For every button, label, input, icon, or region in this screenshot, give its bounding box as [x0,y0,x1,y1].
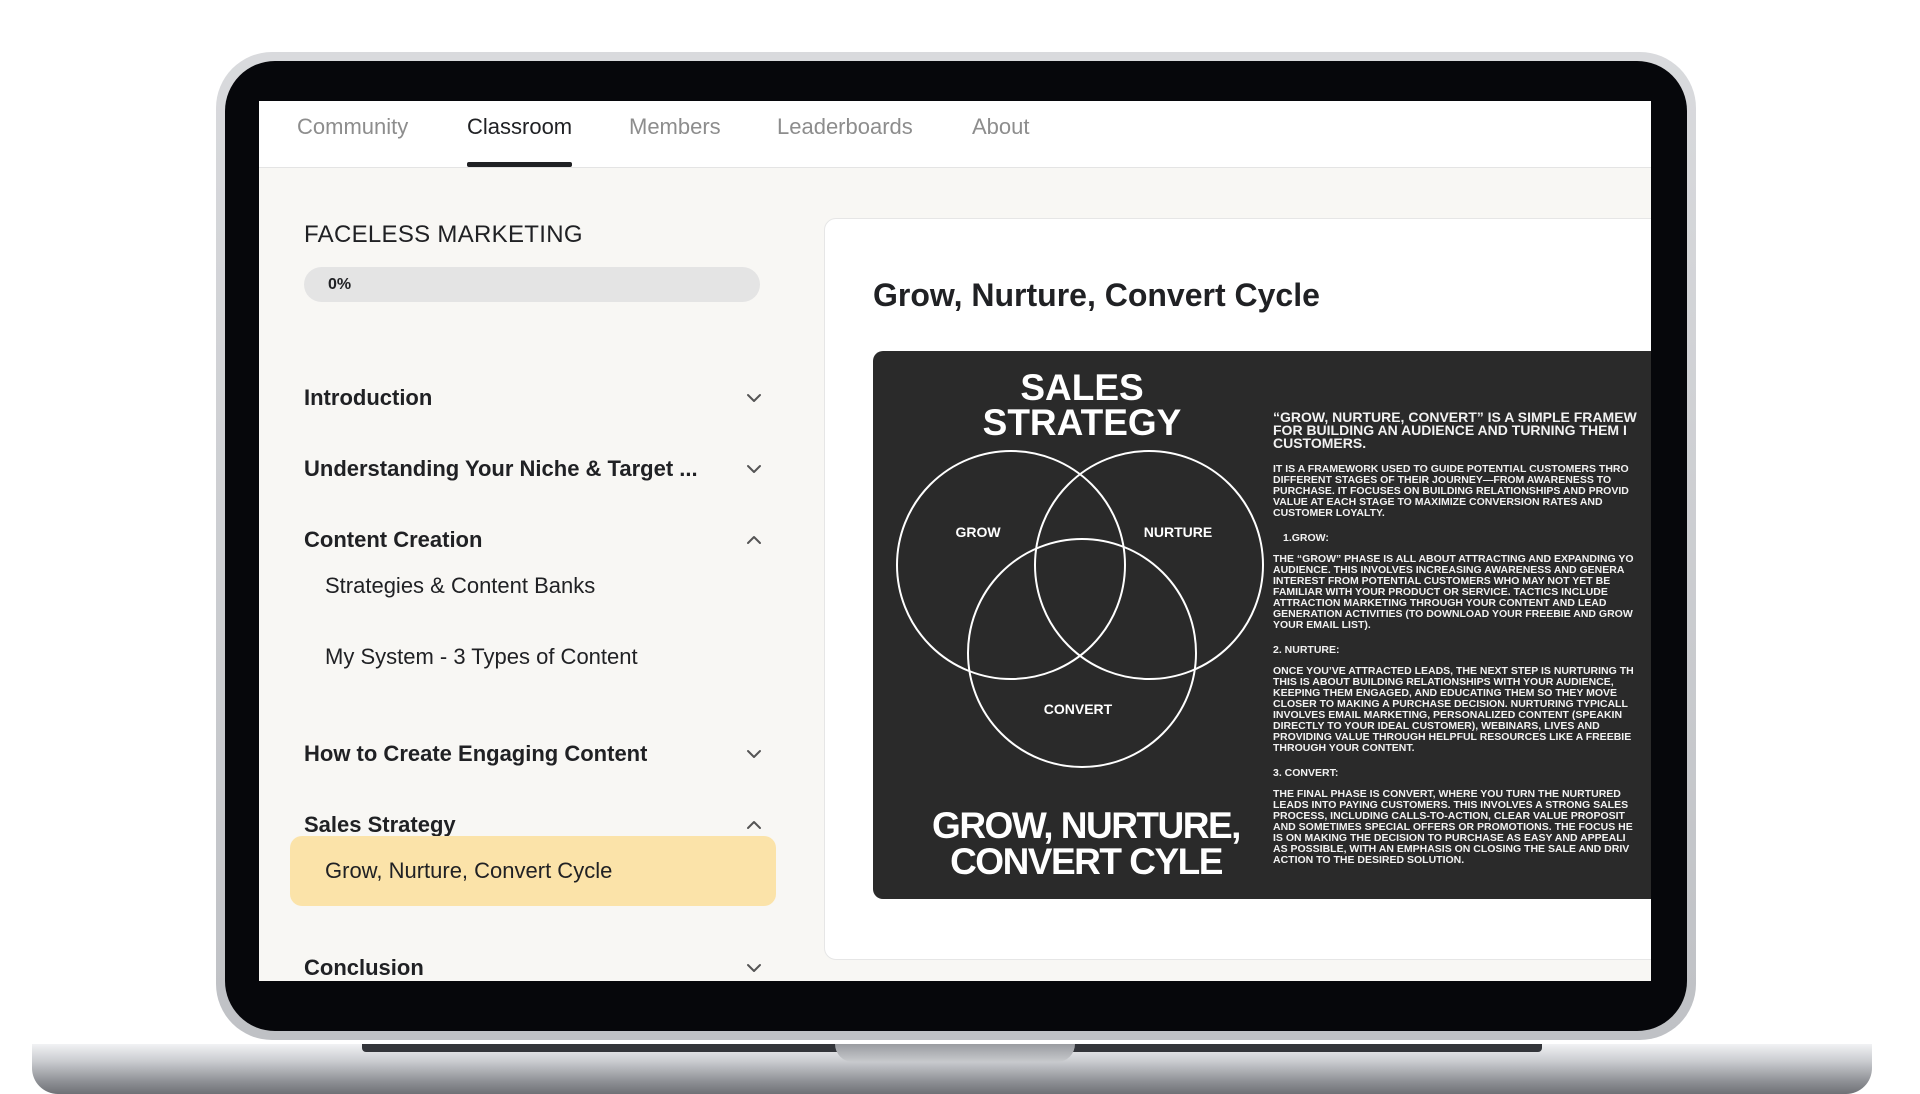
slide-title-line2: STRATEGY [983,402,1182,443]
lesson-heading: Grow, Nurture, Convert Cycle [873,277,1320,313]
app-screen: Community Classroom Members Leaderboards… [259,101,1651,981]
course-title: FACELESS MARKETING [304,221,583,248]
lesson-label: My System - 3 Types of Content [325,644,638,669]
section-label: How to Create Engaging Content [304,741,648,766]
slide-intro-text: IT IS A FRAMEWORK USED TO GUIDE POTENTIA… [1273,463,1629,519]
slide-convert-text: THE FINAL PHASE IS CONVERT, WHERE YOU TU… [1273,788,1633,866]
slide-heading-nurture: 2. NURTURE: [1273,644,1340,656]
label-convert: CONVERT [1044,701,1113,717]
lesson-strategies-content-banks[interactable]: Strategies & Content Banks [290,551,776,621]
top-nav: Community Classroom Members Leaderboards… [259,101,1651,168]
lesson-slide-image: SALES STRATEGY GROW NURTURE CONVERT GROW… [873,351,1651,899]
tab-members[interactable]: Members [629,101,721,167]
chevron-down-icon [747,465,761,473]
slide-lead-text: “GROW, NURTURE, CONVERT” IS A SIMPLE FRA… [1273,411,1637,451]
chevron-down-icon [747,394,761,402]
course-progress-bar: 0% [304,267,760,302]
tab-about[interactable]: About [972,101,1030,167]
circle-nurture [1034,450,1264,680]
lesson-label: Grow, Nurture, Convert Cycle [325,858,613,883]
slide-grow-text: THE “GROW” PHASE IS ALL ABOUT ATTRACTING… [1273,553,1634,631]
section-introduction[interactable]: Introduction [304,373,764,423]
slide-heading-grow: 1.GROW: [1283,532,1329,544]
section-label: Introduction [304,385,433,410]
chevron-down-icon [747,964,761,972]
progress-label: 0% [328,276,352,293]
tab-leaderboards[interactable]: Leaderboards [777,101,913,167]
section-conclusion[interactable]: Conclusion [304,943,764,981]
chevron-up-icon [747,536,761,544]
section-engaging-content[interactable]: How to Create Engaging Content [304,729,764,779]
lesson-my-system[interactable]: My System - 3 Types of Content [290,622,776,692]
lesson-content-card: Grow, Nurture, Convert Cycle SALES STRAT… [824,218,1651,960]
tab-classroom[interactable]: Classroom [467,101,573,167]
slide-description: “GROW, NURTURE, CONVERT” IS A SIMPLE FRA… [1273,411,1651,876]
label-grow: GROW [955,524,1001,540]
label-nurture: NURTURE [1144,524,1212,540]
section-label: Conclusion [304,955,424,980]
chevron-up-icon [747,821,761,829]
lesson-grow-nurture-convert[interactable]: Grow, Nurture, Convert Cycle [290,836,776,906]
section-label: Understanding Your Niche & Target ... [304,456,698,481]
lesson-label: Strategies & Content Banks [325,573,596,598]
slide-heading-convert: 3. CONVERT: [1273,767,1339,779]
slide-nurture-text: ONCE YOU’VE ATTRACTED LEADS, THE NEXT ST… [1273,665,1634,754]
laptop-notch [835,1044,1075,1062]
slide-bottom-line2: CONVERT CYLE [950,841,1223,882]
section-understanding-niche[interactable]: Understanding Your Niche & Target ... [304,444,764,494]
slide-bottom-line1: GROW, NURTURE, [932,805,1240,846]
tab-community[interactable]: Community [297,101,408,167]
chevron-down-icon [747,750,761,758]
